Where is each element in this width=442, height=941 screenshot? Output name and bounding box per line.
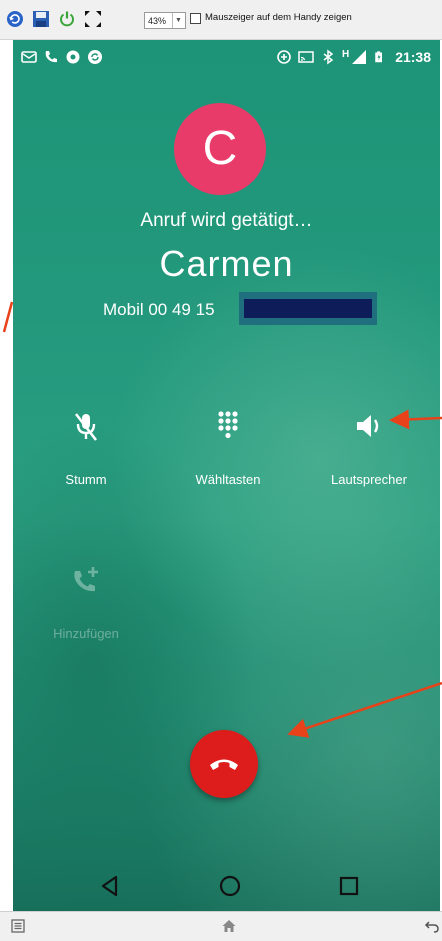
menu-icon[interactable]	[10, 918, 26, 934]
host-bottom-bar	[0, 911, 442, 941]
annotation-arrows	[2, 301, 442, 738]
annotation-arrow-left	[2, 301, 14, 333]
annotation-arrow-end-call	[287, 681, 442, 738]
home-icon[interactable]	[221, 918, 237, 934]
back-icon[interactable]	[424, 918, 440, 934]
annotation-arrow-speaker	[389, 409, 442, 430]
